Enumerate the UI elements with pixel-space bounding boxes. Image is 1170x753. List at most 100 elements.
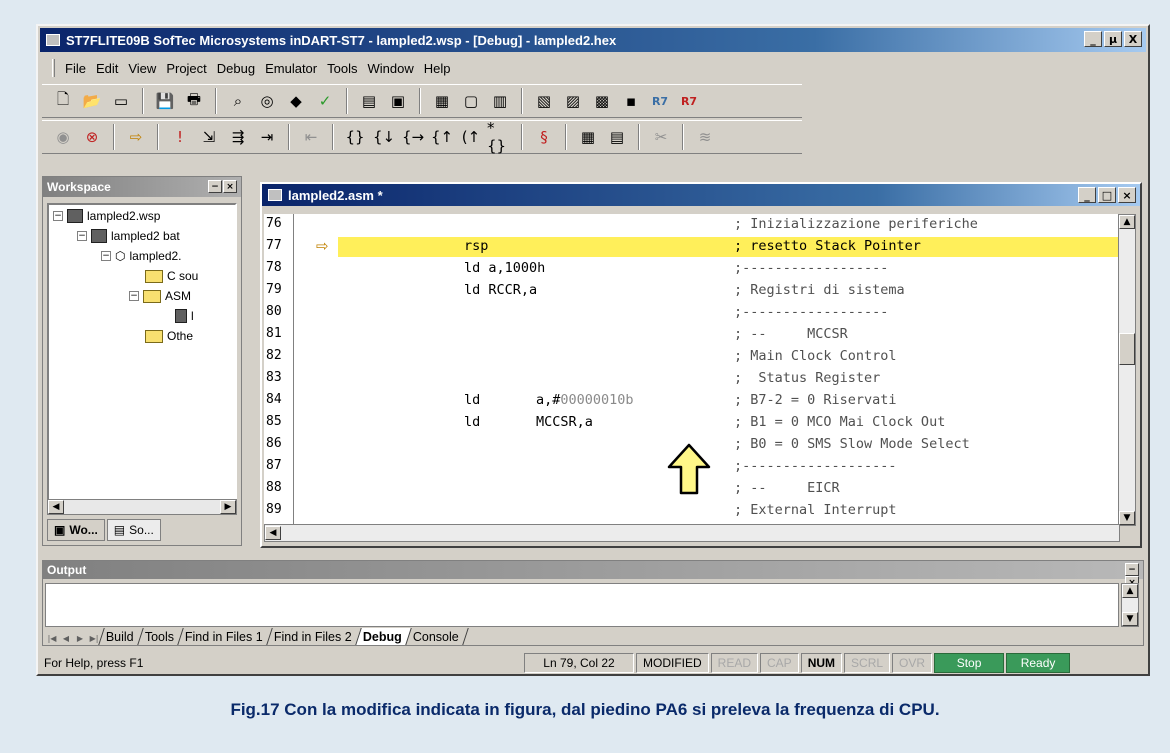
code-line[interactable]: 80 ;------------------: [264, 302, 1120, 324]
step-icon[interactable]: {↓: [371, 124, 397, 150]
scroll-left-icon[interactable]: ◀: [48, 500, 64, 514]
collapse-icon[interactable]: −: [53, 211, 63, 221]
binoculars-icon[interactable]: ◎: [254, 88, 280, 114]
stack-icon[interactable]: ▪: [618, 88, 644, 114]
tab-console[interactable]: Console: [404, 628, 469, 645]
step-icon[interactable]: ⇥: [254, 124, 280, 150]
output-vscrollbar[interactable]: ▲ ▼: [1121, 583, 1139, 627]
window-icon[interactable]: ▭: [108, 88, 134, 114]
tab-workspace[interactable]: ▣ Wo...: [47, 519, 105, 541]
r7-icon[interactable]: R7: [647, 88, 673, 114]
step-icon[interactable]: (↑: [458, 124, 484, 150]
editor-close-button[interactable]: ×: [1118, 187, 1136, 203]
tab-build[interactable]: Build: [98, 628, 143, 645]
window-icon[interactable]: ▦: [429, 88, 455, 114]
restore-button[interactable]: µ: [1104, 31, 1122, 47]
code-line[interactable]: 82 ; Main Clock Control: [264, 346, 1120, 368]
code-line[interactable]: 81 ; -- MCCSR: [264, 324, 1120, 346]
editor-maximize-button[interactable]: □: [1098, 187, 1116, 203]
scroll-up-icon[interactable]: ▲: [1119, 215, 1135, 229]
menu-project[interactable]: Project: [162, 59, 210, 78]
step-icon[interactable]: ⇲: [196, 124, 222, 150]
menu-tools[interactable]: Tools: [323, 59, 361, 78]
code-line[interactable]: 76 ; Inizializzazione periferiche: [264, 214, 1120, 236]
workspace-icon[interactable]: ▤: [356, 88, 382, 114]
tab-tools[interactable]: Tools: [137, 628, 183, 645]
output-text-area[interactable]: [45, 583, 1119, 627]
step-icon[interactable]: ⇶: [225, 124, 251, 150]
memory-icon[interactable]: ▧: [531, 88, 557, 114]
menu-emulator[interactable]: Emulator: [261, 59, 321, 78]
tab-source[interactable]: ▤ So...: [106, 519, 161, 541]
menu-help[interactable]: Help: [420, 59, 455, 78]
tab-find-in-files-1[interactable]: Find in Files 1: [177, 628, 272, 645]
prev-tab-icon[interactable]: ◀: [59, 631, 73, 645]
calc-icon[interactable]: ▤: [604, 124, 630, 150]
scroll-left-icon[interactable]: ◀: [265, 526, 281, 540]
editor-minimize-button[interactable]: _: [1078, 187, 1096, 203]
run-icon[interactable]: ◉: [50, 124, 76, 150]
workspace-close-button[interactable]: ×: [223, 180, 237, 193]
next-tab-icon[interactable]: ▶: [73, 631, 87, 645]
tab-find-in-files-2[interactable]: Find in Files 2: [266, 628, 361, 645]
arrow-icon[interactable]: ⇨: [123, 124, 149, 150]
menu-view[interactable]: View: [124, 59, 160, 78]
output-minimize-button[interactable]: −: [1125, 563, 1139, 576]
brace-icon[interactable]: §: [531, 124, 557, 150]
print-icon[interactable]: 🖶: [181, 88, 207, 114]
tree-item-other[interactable]: Othe: [145, 327, 193, 345]
workspace-hscrollbar[interactable]: ◀ ▶: [47, 499, 237, 515]
code-line[interactable]: 85 ld MCCSR,a ; B1 = 0 MCO Mai Clock Out: [264, 412, 1120, 434]
step-icon[interactable]: {→: [400, 124, 426, 150]
collapse-icon[interactable]: −: [129, 291, 139, 301]
register-icon[interactable]: ▨: [560, 88, 586, 114]
eraser-icon[interactable]: ◆: [283, 88, 309, 114]
scroll-thumb[interactable]: [1119, 333, 1135, 365]
scroll-up-icon[interactable]: ▲: [1122, 584, 1138, 598]
exclaim-icon[interactable]: !: [167, 124, 193, 150]
tree-item-project[interactable]: − lampled2 bat: [77, 227, 180, 245]
stop-icon[interactable]: ⊗: [79, 124, 105, 150]
code-line[interactable]: 78 ld a,1000h ;------------------: [264, 258, 1120, 280]
code-line[interactable]: 79 ld RCCR,a ; Registri di sistema: [264, 280, 1120, 302]
code-line[interactable]: 84 ld a,#00000010b ; B7-2 = 0 Riservati: [264, 390, 1120, 412]
new-icon[interactable]: 🗋: [50, 88, 76, 114]
step-icon[interactable]: {↑: [429, 124, 455, 150]
minimize-button[interactable]: _: [1084, 31, 1102, 47]
menu-edit[interactable]: Edit: [92, 59, 122, 78]
wave-icon[interactable]: ≋: [692, 124, 718, 150]
tree-item-c-sources[interactable]: C sou: [145, 267, 198, 285]
window-icon[interactable]: ▢: [458, 88, 484, 114]
close-button[interactable]: X: [1124, 31, 1142, 47]
collapse-icon[interactable]: −: [101, 251, 111, 261]
editor-vscrollbar[interactable]: ▲ ▼: [1118, 214, 1136, 526]
menu-debug[interactable]: Debug: [213, 59, 259, 78]
first-tab-icon[interactable]: |◀: [45, 631, 59, 645]
output-icon[interactable]: ▣: [385, 88, 411, 114]
code-line[interactable]: 89 ; External Interrupt: [264, 500, 1120, 522]
menu-file[interactable]: File: [61, 59, 90, 78]
step-icon[interactable]: *{}: [487, 119, 513, 155]
tree-item-asm[interactable]: − ASM: [129, 287, 191, 305]
collapse-icon[interactable]: −: [77, 231, 87, 241]
tab-debug[interactable]: Debug: [354, 628, 411, 645]
scissors-icon[interactable]: ✂: [648, 124, 674, 150]
workspace-minimize-button[interactable]: −: [208, 180, 222, 193]
tree-item-target[interactable]: − ⬡ lampled2.: [101, 247, 182, 265]
editor-hscrollbar[interactable]: ◀: [264, 524, 1120, 542]
r7-red-icon[interactable]: R7: [676, 88, 702, 114]
step-icon[interactable]: {}: [342, 124, 368, 150]
menu-window[interactable]: Window: [363, 59, 417, 78]
scroll-down-icon[interactable]: ▼: [1122, 612, 1138, 626]
code-line-current[interactable]: 77 ⇨ rsp ; resetto Stack Pointer: [264, 236, 1120, 258]
scroll-down-icon[interactable]: ▼: [1119, 511, 1135, 525]
check-icon[interactable]: ✓: [312, 88, 338, 114]
find-icon[interactable]: ⌕: [225, 88, 251, 114]
scroll-right-icon[interactable]: ▶: [220, 500, 236, 514]
watch-icon[interactable]: ▩: [589, 88, 615, 114]
step-icon[interactable]: ⇤: [298, 124, 324, 150]
tree-item-asm-file[interactable]: l: [175, 307, 194, 325]
code-line[interactable]: 83 ; Status Register: [264, 368, 1120, 390]
calc-icon[interactable]: ▦: [575, 124, 601, 150]
tree-item-workspace[interactable]: − lampled2.wsp: [53, 207, 160, 225]
